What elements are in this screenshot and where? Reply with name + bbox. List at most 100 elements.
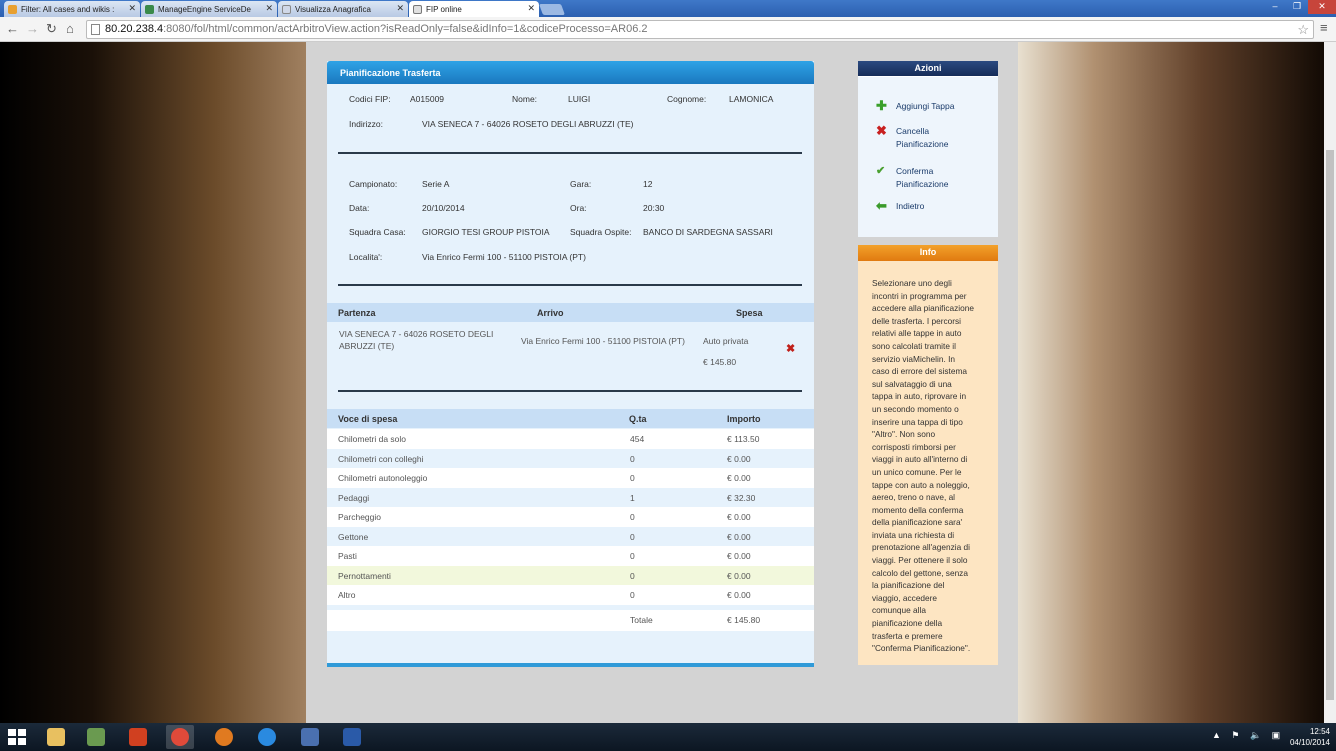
- indietro-button[interactable]: ⬅ Indietro: [876, 198, 924, 213]
- windows-start-icon[interactable]: [8, 729, 26, 745]
- tappa-partenza-cont: ABRUZZI (TE): [339, 341, 395, 351]
- reload-icon[interactable]: ↻: [46, 21, 57, 37]
- info-line: inviata una richiesta di: [872, 529, 955, 540]
- url-host: 80.20.238.4: [105, 23, 164, 35]
- importo-cell: € 0.00: [727, 453, 751, 464]
- scrollbar-thumb[interactable]: [1326, 150, 1334, 700]
- tray-icons[interactable]: ▲ ⚑ 🔈 ▣: [1212, 730, 1284, 741]
- tab-close-icon[interactable]: ✕: [128, 3, 136, 14]
- info-line: inserire una tappa di tipo: [872, 416, 963, 427]
- right-background-image: [1018, 42, 1324, 723]
- menu-icon[interactable]: ≡: [1320, 20, 1328, 35]
- importo-header: Importo: [727, 414, 761, 424]
- taskbar-ie-icon[interactable]: [253, 725, 281, 749]
- info-line: viaggi in auto all'interno di: [872, 454, 968, 465]
- gara-label: Gara:: [570, 179, 592, 189]
- tab-favicon-icon: [282, 4, 291, 14]
- info-line: trasferta e premere: [872, 630, 943, 641]
- arrivo-header: Arrivo: [537, 308, 564, 318]
- info-line: la pianificazione del: [872, 580, 945, 591]
- localita-value: Via Enrico Fermi 100 - 51100 PISTOIA (PT…: [422, 252, 586, 262]
- tab-manageengine[interactable]: ManageEngine ServiceDe ✕: [141, 1, 277, 17]
- taskbar-firefox-icon[interactable]: [210, 725, 238, 749]
- back-arrow-icon: ⬅: [876, 198, 887, 213]
- divider: [338, 152, 802, 154]
- tab-label: Visualizza Anagrafica: [295, 4, 371, 14]
- conferma-pianificazione-button[interactable]: ✔ Conferma Pianificazione: [876, 165, 948, 190]
- qta-cell: 1: [630, 492, 635, 503]
- voce-cell: Parcheggio: [338, 512, 382, 522]
- info-title: Info: [858, 245, 998, 261]
- campionato-label: Campionato:: [349, 179, 398, 189]
- tab-visualizza[interactable]: Visualizza Anagrafica ✕: [278, 1, 408, 17]
- tab-close-icon[interactable]: ✕: [527, 3, 535, 14]
- indirizzo-value: VIA SENECA 7 - 64026 ROSETO DEGLI ABRUZZ…: [422, 119, 634, 129]
- localita-label: Localita':: [349, 252, 383, 262]
- tappa-mezzo: Auto privata: [703, 336, 749, 346]
- tab-close-icon[interactable]: ✕: [396, 3, 404, 14]
- new-tab-button[interactable]: [538, 4, 566, 15]
- codici-value: A015009: [410, 94, 445, 104]
- info-line: delle trasferta. I percorsi: [872, 315, 961, 326]
- tappa-row: VIA SENECA 7 - 64026 ROSETO DEGLI ABRUZZ…: [327, 322, 814, 377]
- voce-cell: Pernottamenti: [338, 570, 391, 581]
- table-row: Pasti 0 € 0.00: [327, 546, 814, 566]
- forward-arrow-icon[interactable]: →: [26, 21, 39, 37]
- voce-cell: Altro: [338, 590, 356, 600]
- window-controls: – ❐ ✕: [1264, 0, 1336, 14]
- explorer-glyph: [47, 728, 65, 746]
- info-line: incontri in programma per: [872, 290, 967, 301]
- partenza-header: Partenza: [338, 308, 376, 318]
- maximize-icon[interactable]: ❐: [1286, 0, 1308, 14]
- tab-fip-online[interactable]: FIP online ✕: [409, 1, 539, 17]
- campionato-value: Serie A: [422, 179, 450, 189]
- taskbar-word-icon[interactable]: [338, 725, 366, 749]
- word-glyph: [343, 728, 361, 746]
- spese-table-header: Voce di spesa Q.ta Importo: [327, 409, 814, 428]
- info-line: tappa in auto, riprovare in: [872, 391, 967, 402]
- tappa-spesa: € 145.80: [703, 357, 737, 367]
- clock-time: 12:54: [1309, 727, 1330, 736]
- delete-tappa-icon[interactable]: ✖: [786, 342, 795, 355]
- home-icon[interactable]: ⌂: [66, 21, 74, 37]
- info-line: un unico comune. Per le: [872, 466, 962, 477]
- importo-cell: € 0.00: [727, 473, 751, 483]
- tab-label: FIP online: [426, 4, 462, 14]
- tab-close-icon[interactable]: ✕: [265, 3, 273, 14]
- tab-filter[interactable]: Filter: All cases and wikis : ✕: [4, 1, 140, 17]
- info-line: calcolo del gettone, senza: [872, 567, 968, 578]
- left-background-image: [0, 42, 306, 723]
- page-scrollbar[interactable]: [1324, 42, 1336, 723]
- info-line: servizio viaMichelin. In: [872, 353, 955, 364]
- back-arrow-icon[interactable]: ←: [6, 21, 19, 37]
- windows-taskbar: ▲ ⚑ 🔈 ▣ 12:54 04/10/2014: [0, 723, 1336, 751]
- actions-title: Azioni: [858, 61, 998, 77]
- cancella-label-1: Cancella: [896, 126, 930, 136]
- qta-cell: 0: [630, 453, 635, 464]
- qta-cell: 0: [630, 531, 635, 542]
- info-line: relativi alle tappe in auto: [872, 328, 962, 339]
- table-row: Altro 0 € 0.00: [327, 585, 814, 605]
- url-input[interactable]: 80.20.238.4:8080/fol/html/common/actArbi…: [86, 20, 1314, 39]
- taskbar-chrome-icon[interactable]: [166, 725, 194, 749]
- voce-cell: Chilometri con colleghi: [338, 453, 424, 464]
- cross-icon: ✖: [876, 123, 887, 138]
- bookmark-star-icon[interactable]: ☆: [1297, 21, 1309, 38]
- info-line: Selezionare uno degli: [872, 278, 952, 288]
- cancella-pianificazione-button[interactable]: ✖ Cancella Pianificazione: [876, 123, 948, 150]
- importo-cell: € 0.00: [727, 531, 751, 542]
- table-row: Parcheggio 0 € 0.00: [327, 507, 814, 527]
- tab-favicon-icon: [8, 4, 17, 14]
- window-close-icon[interactable]: ✕: [1308, 0, 1336, 14]
- taskbar-explorer-icon[interactable]: [42, 725, 70, 749]
- aggiungi-tappa-button[interactable]: ✚ Aggiungi Tappa: [876, 99, 954, 113]
- browser-tab-strip: Filter: All cases and wikis : ✕ ManageEn…: [0, 0, 1336, 17]
- ora-label: Ora:: [570, 203, 587, 213]
- minimize-icon[interactable]: –: [1264, 0, 1286, 14]
- taskbar-app2-icon[interactable]: [82, 725, 110, 749]
- taskbar-app3-icon[interactable]: [124, 725, 152, 749]
- clock[interactable]: 12:54 04/10/2014: [1290, 726, 1330, 748]
- tab-label: Filter: All cases and wikis :: [21, 4, 115, 14]
- table-row: Chilometri con colleghi 0 € 0.00: [327, 449, 814, 469]
- taskbar-app7-icon[interactable]: [296, 725, 324, 749]
